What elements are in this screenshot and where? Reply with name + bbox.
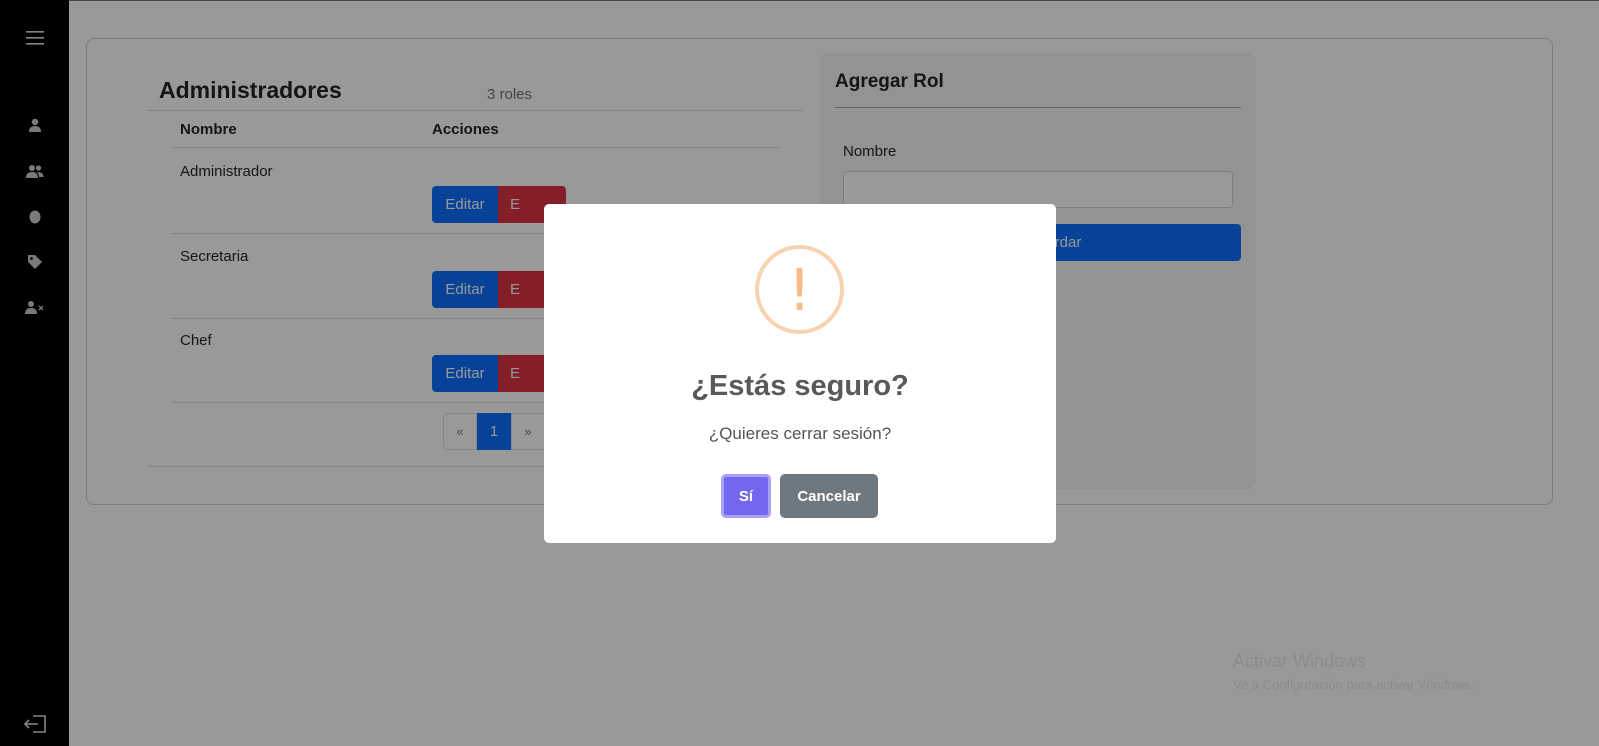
confirm-dialog: ! ¿Estás seguro? ¿Quieres cerrar sesión?…: [544, 204, 1056, 543]
warning-icon: !: [755, 245, 844, 334]
dialog-title: ¿Estás seguro?: [691, 370, 909, 402]
confirm-button[interactable]: Sí: [721, 474, 771, 518]
warning-icon-glyph: !: [787, 255, 812, 324]
cancel-button[interactable]: Cancelar: [780, 474, 878, 518]
dialog-message: ¿Quieres cerrar sesión?: [708, 424, 892, 443]
